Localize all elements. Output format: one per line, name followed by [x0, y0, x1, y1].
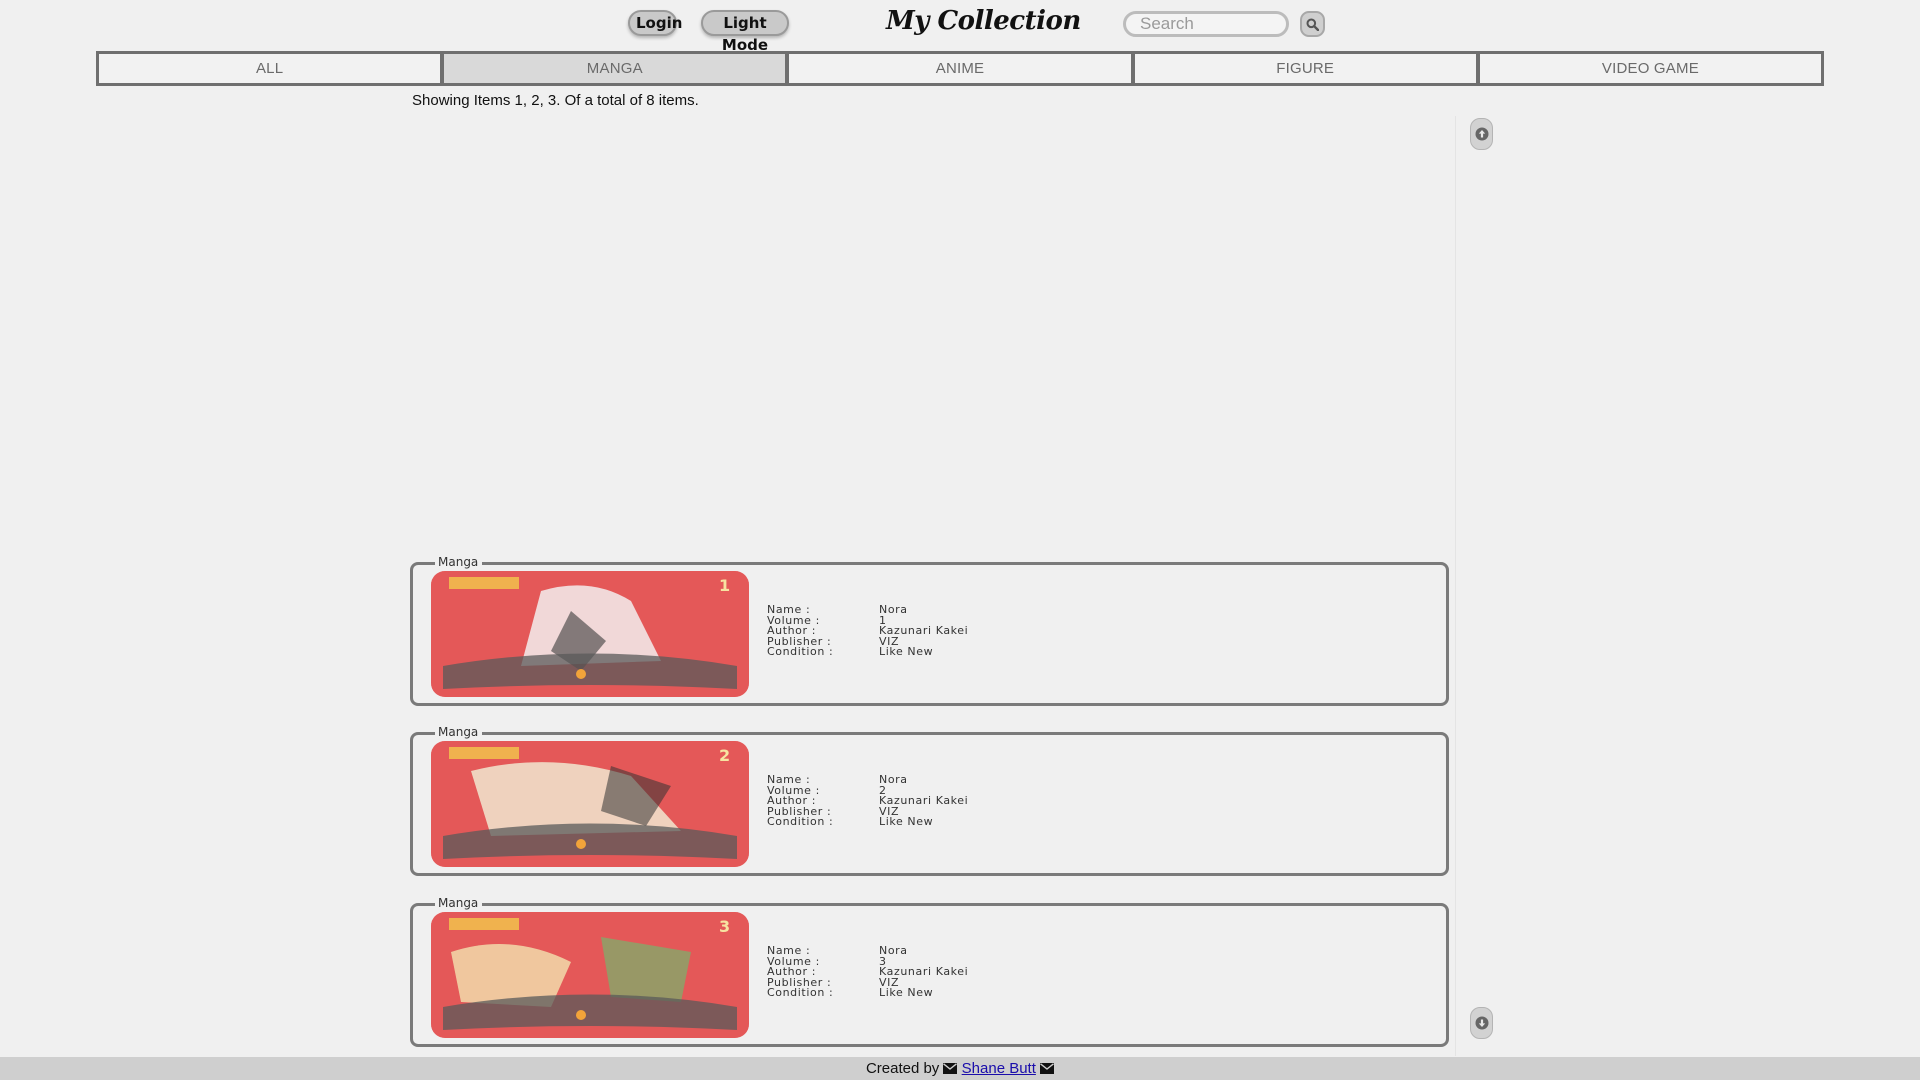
item-card[interactable]: Manga 3 Name : Nora Volume :3 Author : Kaz…	[410, 896, 1449, 1047]
author-link[interactable]: Shane Butt	[962, 1060, 1036, 1077]
value-condition: Like New	[879, 645, 934, 658]
item-category-label: Manga	[435, 555, 483, 569]
login-button[interactable]: Login	[628, 10, 682, 36]
item-cover-image: 1	[431, 571, 749, 697]
cover-volume-number: 2	[719, 746, 730, 765]
item-details: Name : Nora Volume :2 Author : Kazunari Ka…	[767, 774, 968, 828]
value-condition: Like New	[879, 815, 934, 828]
cover-volume-number: 1	[719, 576, 730, 595]
search-button[interactable]	[1300, 11, 1325, 37]
cover-volume-number: 3	[719, 917, 730, 936]
scroll-down-button[interactable]	[1470, 1007, 1493, 1039]
light-mode-toggle[interactable]: Light Mode	[701, 10, 789, 54]
label-condition: Condition :	[767, 645, 834, 658]
label-condition: Condition :	[767, 986, 834, 999]
tab-video-game[interactable]: VIDEO GAME	[1479, 54, 1822, 83]
scroll-up-button[interactable]	[1470, 118, 1493, 150]
arrow-down-circle-icon	[1475, 1016, 1488, 1030]
item-category-label: Manga	[435, 896, 483, 910]
arrow-up-circle-icon	[1475, 127, 1488, 141]
footer: Created by Shane Butt	[0, 1057, 1920, 1080]
items-summary: Showing Items 1, 2, 3. Of a total of 8 i…	[412, 92, 699, 109]
item-cover-image: 3	[431, 912, 749, 1038]
site-title: My Collection	[886, 6, 1081, 36]
search-icon	[1306, 18, 1319, 31]
item-card[interactable]: Manga 2 Name : Nora Volume :2 Author : Kaz…	[410, 725, 1449, 876]
item-details: Name : Nora Volume :1 Author : Kazunari Ka…	[767, 604, 968, 658]
item-details: Name : Nora Volume :3 Author : Kazunari Ka…	[767, 945, 968, 999]
tab-anime[interactable]: ANIME	[789, 54, 1131, 83]
category-tabs: ALL MANGA ANIME FIGURE VIDEO GAME	[96, 51, 1824, 86]
item-cover-image: 2	[431, 741, 749, 867]
tab-all[interactable]: ALL	[99, 54, 441, 83]
tab-figure[interactable]: FIGURE	[1134, 54, 1476, 83]
label-condition: Condition :	[767, 815, 834, 828]
item-card[interactable]: Manga 1 Name : Nora Volume :1 Author : Kaz…	[410, 555, 1449, 706]
envelope-icon[interactable]	[1040, 1063, 1055, 1074]
value-condition: Like New	[879, 986, 934, 999]
search-input[interactable]	[1123, 11, 1289, 37]
footer-created-by: Created by	[865, 1060, 940, 1077]
tab-manga[interactable]: MANGA	[444, 54, 786, 83]
rail-divider	[1455, 116, 1456, 1056]
envelope-icon	[943, 1063, 958, 1074]
item-category-label: Manga	[435, 725, 483, 739]
